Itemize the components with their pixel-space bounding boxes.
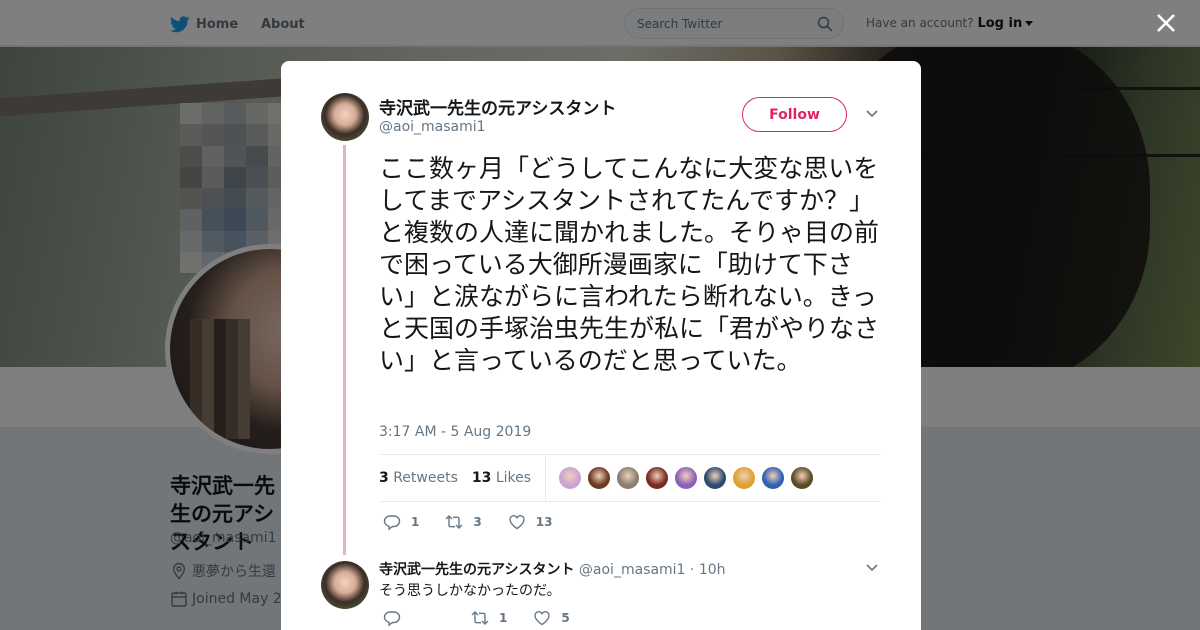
heart-icon <box>509 514 525 530</box>
reply-author-name[interactable]: 寺沢武一先生の元アシスタント <box>379 562 574 578</box>
thread-line <box>343 145 346 555</box>
like-button[interactable]: 13 <box>508 513 553 531</box>
reply-retweet-button[interactable]: 1 <box>471 609 507 627</box>
tweet-author-handle[interactable]: @aoi_masami1 <box>379 119 486 135</box>
reply-like-button[interactable]: 5 <box>533 609 570 627</box>
liker-avatar[interactable] <box>558 466 583 490</box>
reply-icon <box>383 611 401 627</box>
tweet-author-avatar[interactable] <box>321 93 369 141</box>
reply-button[interactable]: 1 <box>383 513 419 531</box>
retweet-button[interactable]: 3 <box>445 513 482 531</box>
retweet-icon <box>471 611 489 625</box>
retweets-count: 3 <box>379 470 389 486</box>
close-icon[interactable] <box>1154 11 1178 35</box>
liker-avatar[interactable] <box>790 466 815 490</box>
likes-count: 13 <box>471 470 492 486</box>
reply-author-avatar[interactable] <box>321 561 369 609</box>
tweet-stats: 3 Retweets 13 Likes <box>379 454 881 502</box>
reply-author-handle[interactable]: @aoi_masami1 <box>579 562 686 578</box>
liker-avatar[interactable] <box>587 466 612 490</box>
reply-like-count: 5 <box>561 611 570 625</box>
chevron-down-icon[interactable] <box>865 109 879 119</box>
chevron-down-icon[interactable] <box>865 563 879 573</box>
retweets-label: Retweets <box>393 470 458 486</box>
reply-count: 1 <box>411 515 420 529</box>
tweet-actions: 1 3 13 <box>383 513 578 531</box>
heart-icon <box>534 610 551 626</box>
reply-icon <box>383 515 401 531</box>
reply-retweet-count: 1 <box>499 611 508 625</box>
liker-avatar[interactable] <box>616 466 641 490</box>
liker-avatar[interactable] <box>674 466 699 490</box>
tweet-text: ここ数ヶ月「どうしてこんなに大変な思いをしてまでアシスタントされてたんですか？」… <box>379 154 880 375</box>
liker-avatar[interactable] <box>761 466 786 490</box>
liker-avatar[interactable] <box>732 466 757 490</box>
follow-button[interactable]: Follow <box>742 97 847 132</box>
stats-divider <box>545 454 547 502</box>
likes-stat[interactable]: 13 Likes <box>472 470 531 486</box>
liker-avatars <box>558 466 819 490</box>
reply-header: 寺沢武一先生の元アシスタント @aoi_masami1 · 10h <box>379 559 726 579</box>
reply-text: そう思うしかなかったのだ。 <box>379 583 561 599</box>
liker-avatar[interactable] <box>703 466 728 490</box>
reply-reply-button[interactable] <box>383 609 411 627</box>
reply-actions: 1 5 <box>383 609 596 627</box>
retweet-count: 3 <box>473 515 482 529</box>
likes-label: Likes <box>495 470 532 486</box>
tweet-author-name[interactable]: 寺沢武一先生の元アシスタント <box>379 94 616 119</box>
tweet-modal: 寺沢武一先生の元アシスタント @aoi_masami1 Follow ここ数ヶ月… <box>281 61 921 630</box>
retweets-stat[interactable]: 3 Retweets <box>379 470 458 486</box>
retweet-icon <box>445 515 463 529</box>
reply-time[interactable]: · 10h <box>690 562 726 578</box>
tweet-timestamp[interactable]: 3:17 AM - 5 Aug 2019 <box>379 424 531 440</box>
like-count: 13 <box>535 515 553 529</box>
liker-avatar[interactable] <box>645 466 670 490</box>
